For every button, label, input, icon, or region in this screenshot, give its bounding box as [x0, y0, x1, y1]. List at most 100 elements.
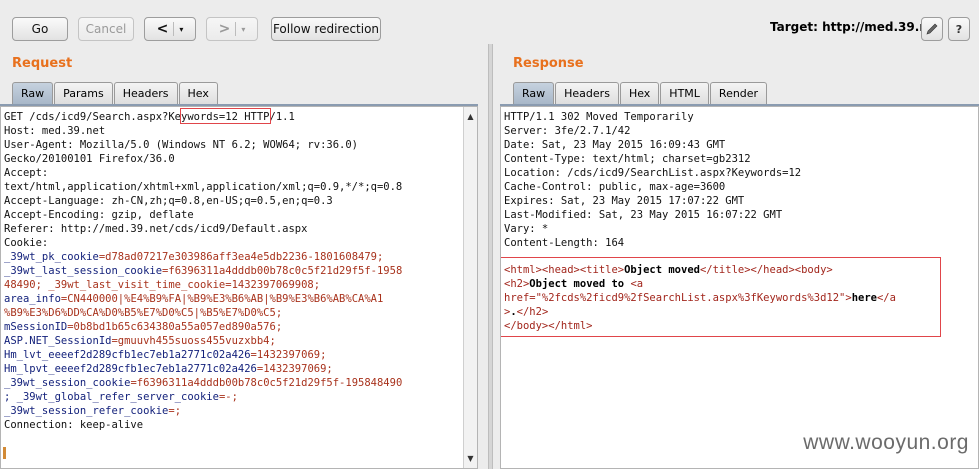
request-line: text/html,application/xhtml+xml,applicat…: [4, 181, 403, 193]
tab-headers[interactable]: Headers: [113, 82, 178, 104]
request-line: Cookie:: [4, 237, 49, 249]
response-line: Cache-Control: public, max-age=3600: [504, 181, 726, 193]
cookie-value: =d78ad07217e303986aff3ea4e5db2236-180160…: [98, 251, 384, 263]
response-line: HTTP/1.1 302 Moved Temporarily: [504, 111, 694, 123]
separator: [235, 22, 237, 36]
cookie-line: area_info=CN440000|%E4%B9%FA|%B9%E3%B6%A…: [4, 292, 383, 306]
tab-html[interactable]: HTML: [660, 82, 709, 104]
response-body-line: <h2>Object moved to <a: [504, 277, 643, 291]
cookie-value: =;: [168, 405, 182, 417]
cookie-line: _39wt_last_session_cookie=f6396311a4dddb…: [4, 264, 402, 278]
tab-render[interactable]: Render: [709, 82, 768, 104]
request-line: Referer: http://med.39.net/cds/icd9/Defa…: [4, 223, 308, 235]
cookie-key: _39wt_session_cookie: [4, 377, 131, 389]
tab-hex[interactable]: Hex: [178, 82, 218, 104]
cookie-line: ; _39wt_global_refer_server_cookie=-;: [4, 390, 238, 404]
cookie-value: %B9%E3%D6%DD%CA%D0%B5%E7%D0%C5|%B5%E7%D0…: [4, 307, 283, 319]
go-label: Go: [31, 22, 49, 36]
cookie-value: =CN440000|%E4%B9%FA|%B9%E3%B6%AB|%B9%E3%…: [60, 293, 384, 305]
request-line: Accept:: [4, 167, 49, 179]
request-scrollbar[interactable]: ▲ ▼: [463, 107, 477, 468]
response-line: Location: /cds/icd9/SearchList.aspx?Keyw…: [504, 167, 802, 179]
cookie-value: =1432397069;: [250, 349, 327, 361]
html-tag: </title></head><body>: [699, 264, 833, 276]
request-editor[interactable]: GET /cds/icd9/Search.aspx?Keywords=12 HT…: [0, 106, 478, 469]
cookie-key: Hm_lvt_eeeef2d289cfb1ec7eb1a2771c02a426: [4, 349, 251, 361]
request-tabs: Raw Params Headers Hex: [12, 82, 219, 104]
cookie-value: =0b8bd1b65c634380a55a057ed890a576;: [67, 321, 283, 333]
html-tag: <a: [630, 278, 644, 290]
cancel-button[interactable]: Cancel: [78, 17, 134, 41]
response-line: Content-Type: text/html; charset=gb2312: [504, 153, 751, 165]
response-line: Expires: Sat, 23 May 2015 17:07:22 GMT: [504, 195, 745, 207]
pane-divider[interactable]: [488, 44, 493, 469]
html-tag: </h2>: [516, 306, 549, 318]
response-title: Response: [513, 56, 584, 71]
html-text: here: [851, 292, 877, 304]
cookie-line: _39wt_pk_cookie=d78ad07217e303986aff3ea4…: [4, 250, 383, 264]
question-icon[interactable]: ?: [948, 17, 970, 41]
response-body-line: <html><head><title>Object moved</title><…: [504, 263, 833, 277]
forward-button[interactable]: > ▾: [206, 17, 258, 41]
watermark: www.wooyun.org: [803, 431, 969, 454]
html-attribute: href="%2fcds%2ficd9%2fSearchList.aspx%3f…: [504, 292, 852, 304]
tab-hex[interactable]: Hex: [619, 82, 660, 104]
html-tag: </a: [876, 292, 896, 304]
go-button[interactable]: Go: [12, 17, 68, 41]
cookie-value: =1432397069;: [256, 363, 333, 375]
scroll-up-icon[interactable]: ▲: [464, 110, 477, 123]
highlighted-param-box: [180, 108, 271, 124]
cancel-label: Cancel: [85, 22, 127, 36]
cookie-value: 48490; _39wt_last_visit_time_cookie=1432…: [4, 279, 321, 291]
cookie-key: _39wt_last_session_cookie: [4, 265, 163, 277]
response-line: Content-Length: 164: [504, 237, 625, 249]
response-body-line: href="%2fcds%2ficd9%2fSearchList.aspx%3f…: [504, 291, 896, 305]
tab-headers[interactable]: Headers: [555, 82, 619, 104]
cookie-value: =gmuuvh455suoss455vuzxbb4;: [111, 335, 276, 347]
forward-arrow-icon: >: [218, 21, 231, 37]
response-line: Vary: *: [504, 223, 549, 235]
cookie-line: Hm_lvt_eeeef2d289cfb1ec7eb1a2771c02a426=…: [4, 348, 326, 362]
cookie-line: 48490; _39wt_last_visit_time_cookie=1432…: [4, 278, 320, 292]
follow-redirection-label: Follow redirection: [272, 22, 380, 36]
response-line: Server: 3fe/2.7.1/42: [504, 125, 631, 137]
chevron-down-icon[interactable]: ▾: [179, 25, 183, 34]
request-line: Connection: keep-alive: [4, 419, 144, 431]
html-tag: <h2>: [504, 278, 530, 290]
cookie-value: =f6396311a4dddb00b78c0c5f21d29f5f-195848…: [130, 377, 403, 389]
cookie-value: =f6396311a4dddb00b78c0c5f21d29f5f-1958: [162, 265, 403, 277]
follow-redirection-button[interactable]: Follow redirection: [271, 17, 381, 41]
cookie-line: ASP.NET_SessionId=gmuuvh455suoss455vuzxb…: [4, 334, 276, 348]
tab-params[interactable]: Params: [54, 82, 113, 104]
response-tabs: Raw Headers Hex HTML Render: [513, 82, 768, 104]
response-body-line: >.</h2>: [504, 305, 548, 319]
svg-text:?: ?: [956, 23, 962, 36]
scroll-down-icon[interactable]: ▼: [464, 452, 477, 465]
cookie-key: Hm_lpvt_eeeef2d289cfb1ec7eb1a2771c02a426: [4, 363, 257, 375]
cookie-value: =-;: [218, 391, 238, 403]
cookie-key: ; _39wt_global_refer_server_cookie: [4, 391, 219, 403]
back-button[interactable]: < ▾: [144, 17, 196, 41]
back-arrow-icon: <: [156, 21, 169, 37]
separator: [173, 22, 175, 36]
request-line: Accept-Language: zh-CN,zh;q=0.8,en-US;q=…: [4, 195, 333, 207]
cookie-line: _39wt_session_refer_cookie=;: [4, 404, 181, 418]
html-text: Object moved: [624, 264, 700, 276]
pencil-icon[interactable]: [921, 17, 943, 41]
tab-raw[interactable]: Raw: [513, 82, 555, 104]
request-title: Request: [12, 56, 73, 71]
cookie-line: _39wt_session_cookie=f6396311a4dddb00b78…: [4, 376, 402, 390]
request-line: Host: med.39.net: [4, 125, 106, 137]
cookie-key: _39wt_session_refer_cookie: [4, 405, 169, 417]
chevron-down-icon[interactable]: ▾: [241, 25, 245, 34]
cookie-line: %B9%E3%D6%DD%CA%D0%B5%E7%D0%C5|%B5%E7%D0…: [4, 306, 282, 320]
response-editor[interactable]: HTTP/1.1 302 Moved Temporarily Server: 3…: [500, 106, 979, 469]
cookie-key: _39wt_pk_cookie: [4, 251, 99, 263]
text-cursor: [3, 447, 6, 459]
tab-raw[interactable]: Raw: [12, 82, 54, 104]
target-label: Target: http://med.39.net: [770, 20, 942, 34]
response-line: Date: Sat, 23 May 2015 16:09:43 GMT: [504, 139, 726, 151]
html-text: Object moved to: [529, 278, 631, 290]
request-line: Gecko/20100101 Firefox/36.0: [4, 153, 175, 165]
request-line: User-Agent: Mozilla/5.0 (Windows NT 6.2;…: [4, 139, 359, 151]
